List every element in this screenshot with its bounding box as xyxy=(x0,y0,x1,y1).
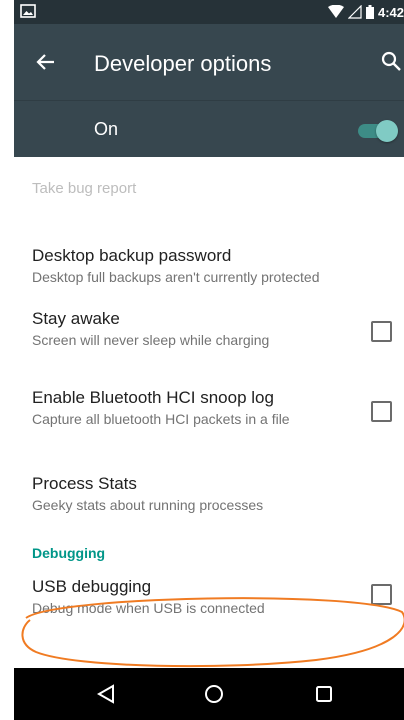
stay-awake-checkbox[interactable] xyxy=(371,321,392,342)
square-recents-icon[interactable] xyxy=(312,682,336,706)
setting-stay-awake[interactable]: Stay awake Screen will never sleep while… xyxy=(14,301,404,380)
setting-desktop-backup-password[interactable]: Desktop backup password Desktop full bac… xyxy=(14,220,404,301)
battery-icon xyxy=(365,5,374,19)
circle-home-icon[interactable] xyxy=(202,682,226,706)
highlight-ellipse-annotation xyxy=(21,597,404,668)
setting-summary: Screen will never sleep while charging xyxy=(32,332,270,348)
setting-title: Enable Bluetooth HCI snoop log xyxy=(32,388,274,407)
triangle-back-icon[interactable] xyxy=(94,682,118,706)
setting-title: Take bug report xyxy=(32,180,137,197)
setting-process-stats[interactable]: Process Stats Geeky stats about running … xyxy=(14,462,404,536)
wifi-icon xyxy=(327,5,344,18)
search-icon[interactable] xyxy=(380,50,404,74)
developer-options-toggle[interactable] xyxy=(356,119,400,142)
phone-screen: 4:42 Developer options On Take bug repor… xyxy=(14,0,404,720)
status-time: 4:42 xyxy=(377,4,404,20)
image-icon xyxy=(20,4,36,18)
toolbar: Developer options xyxy=(14,24,404,100)
navigation-bar xyxy=(14,668,404,720)
page-title: Developer options xyxy=(94,51,272,76)
settings-list: Take bug report Desktop backup password … xyxy=(14,157,404,630)
setting-title: Process Stats xyxy=(32,474,137,493)
setting-title: Desktop backup password xyxy=(32,246,232,265)
setting-take-bug-report[interactable]: Take bug report xyxy=(14,157,404,220)
bt-snoop-checkbox[interactable] xyxy=(371,401,392,422)
master-switch-bar[interactable]: On xyxy=(14,100,404,157)
arrow-back-icon[interactable] xyxy=(34,50,58,74)
status-bar: 4:42 xyxy=(14,0,404,24)
setting-bluetooth-hci-snoop-log[interactable]: Enable Bluetooth HCI snoop log Capture a… xyxy=(14,380,404,462)
switch-label: On xyxy=(94,119,119,139)
setting-summary: Geeky stats about running processes xyxy=(32,497,264,513)
signal-icon xyxy=(347,5,362,19)
setting-summary: Capture all bluetooth HCI packets in a f… xyxy=(32,411,290,427)
toggle-thumb xyxy=(376,120,398,142)
setting-title: Stay awake xyxy=(32,309,120,328)
setting-summary: Desktop full backups aren't currently pr… xyxy=(32,269,320,285)
section-header-debugging: Debugging xyxy=(32,545,106,561)
